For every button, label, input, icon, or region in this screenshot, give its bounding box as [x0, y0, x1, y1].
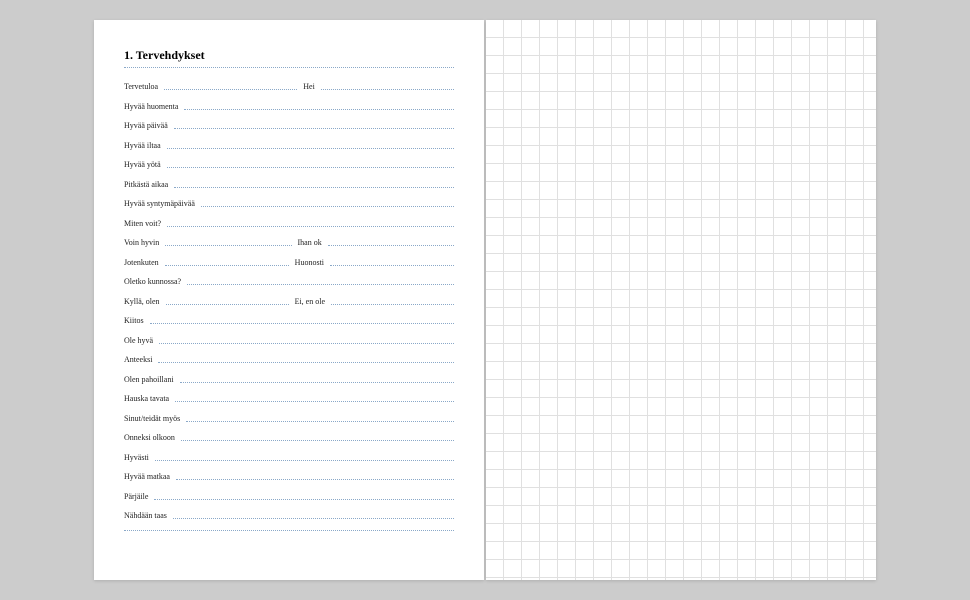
vocab-term: Pitkästä aikaa: [124, 180, 168, 189]
fill-line: [321, 89, 454, 90]
right-page-grid: [486, 20, 876, 580]
vocab-row: Hyvästi: [124, 453, 454, 462]
fill-line: [165, 265, 289, 266]
fill-line: [331, 304, 454, 305]
vocab-term: Hyvää päivää: [124, 121, 168, 130]
vocab-term: Tervetuloa: [124, 82, 158, 91]
vocab-row: Sinut/teidät myös: [124, 414, 454, 423]
fill-line: [165, 245, 291, 246]
vocab-term: Kyllä, olen: [124, 297, 160, 306]
vocab-row: Kyllä, olen Ei, en ole: [124, 297, 454, 306]
vocab-term: Olen pahoillani: [124, 375, 174, 384]
vocab-term: Kiitos: [124, 316, 144, 325]
vocab-term: Hyvää yötä: [124, 160, 161, 169]
fill-line: [158, 362, 454, 363]
vocab-term: Hyvää syntymäpäivää: [124, 199, 195, 208]
vocab-term: Voin hyvin: [124, 238, 159, 247]
fill-line: [201, 206, 454, 207]
fill-line: [175, 401, 454, 402]
fill-line: [155, 460, 454, 461]
fill-line: [174, 187, 454, 188]
fill-line: [330, 265, 454, 266]
vocab-term: Ei, en ole: [295, 297, 325, 306]
vocab-row: Olen pahoillani: [124, 375, 454, 384]
vocab-term: Oletko kunnossa?: [124, 277, 181, 286]
fill-line: [166, 304, 289, 305]
vocab-term: Pärjäile: [124, 492, 148, 501]
fill-line: [159, 343, 454, 344]
fill-line: [186, 421, 454, 422]
vocab-row: Anteeksi: [124, 355, 454, 364]
vocab-row: Tervetuloa Hei: [124, 82, 454, 91]
fill-line: [154, 499, 454, 500]
fill-line: [181, 440, 454, 441]
vocab-row: Miten voit?: [124, 219, 454, 228]
heading-underline: [124, 67, 454, 68]
vocab-row: Hyvää iltaa: [124, 141, 454, 150]
vocabulary-list: Tervetuloa Hei Hyvää huomenta Hyvää päivää H…: [124, 82, 454, 532]
vocab-row: Pärjäile: [124, 492, 454, 501]
vocab-term: Hauska tavata: [124, 394, 169, 403]
vocab-term: Hyvää matkaa: [124, 472, 170, 481]
vocab-term: Hyvää iltaa: [124, 141, 161, 150]
page-spread: 1. Tervehdykset Tervetuloa Hei Hyvää huome…: [94, 20, 876, 580]
fill-line: [173, 518, 454, 519]
vocab-row: Kiitos: [124, 316, 454, 325]
vocab-term: Hyvää huomenta: [124, 102, 178, 111]
vocab-row: Onneksi olkoon: [124, 433, 454, 442]
vocab-term: Hyvästi: [124, 453, 149, 462]
fill-line: [187, 284, 454, 285]
vocab-row: [124, 531, 454, 532]
vocab-term: Onneksi olkoon: [124, 433, 175, 442]
vocab-term: Anteeksi: [124, 355, 152, 364]
fill-line: [184, 109, 454, 110]
vocab-term: Ihan ok: [298, 238, 322, 247]
vocab-term: Ole hyvä: [124, 336, 153, 345]
vocab-term: Miten voit?: [124, 219, 161, 228]
vocab-term: Hei: [303, 82, 315, 91]
vocab-term: Sinut/teidät myös: [124, 414, 180, 423]
vocab-row: Nähdään taas: [124, 511, 454, 520]
vocab-term: Jotenkuten: [124, 258, 159, 267]
fill-line: [167, 148, 454, 149]
vocab-row: Voin hyvin Ihan ok: [124, 238, 454, 247]
fill-line: [150, 323, 454, 324]
vocab-row: Hyvää matkaa: [124, 472, 454, 481]
fill-line: [167, 167, 454, 168]
vocab-row: Hyvää huomenta: [124, 102, 454, 111]
vocab-term: Huonosti: [295, 258, 324, 267]
vocab-row: Oletko kunnossa?: [124, 277, 454, 286]
fill-line: [328, 245, 454, 246]
vocab-row: Pitkästä aikaa: [124, 180, 454, 189]
fill-line: [174, 128, 454, 129]
fill-line: [124, 530, 454, 531]
fill-line: [180, 382, 454, 383]
fill-line: [167, 226, 454, 227]
fill-line: [176, 479, 454, 480]
fill-line: [164, 89, 297, 90]
left-page: 1. Tervehdykset Tervetuloa Hei Hyvää huome…: [94, 20, 484, 580]
section-heading: 1. Tervehdykset: [124, 48, 454, 63]
vocab-row: Jotenkuten Huonosti: [124, 258, 454, 267]
vocab-term: Nähdään taas: [124, 511, 167, 520]
vocab-row: Hyvää päivää: [124, 121, 454, 130]
vocab-row: Hyvää syntymäpäivää: [124, 199, 454, 208]
vocab-row: Hyvää yötä: [124, 160, 454, 169]
vocab-row: Hauska tavata: [124, 394, 454, 403]
vocab-row: Ole hyvä: [124, 336, 454, 345]
